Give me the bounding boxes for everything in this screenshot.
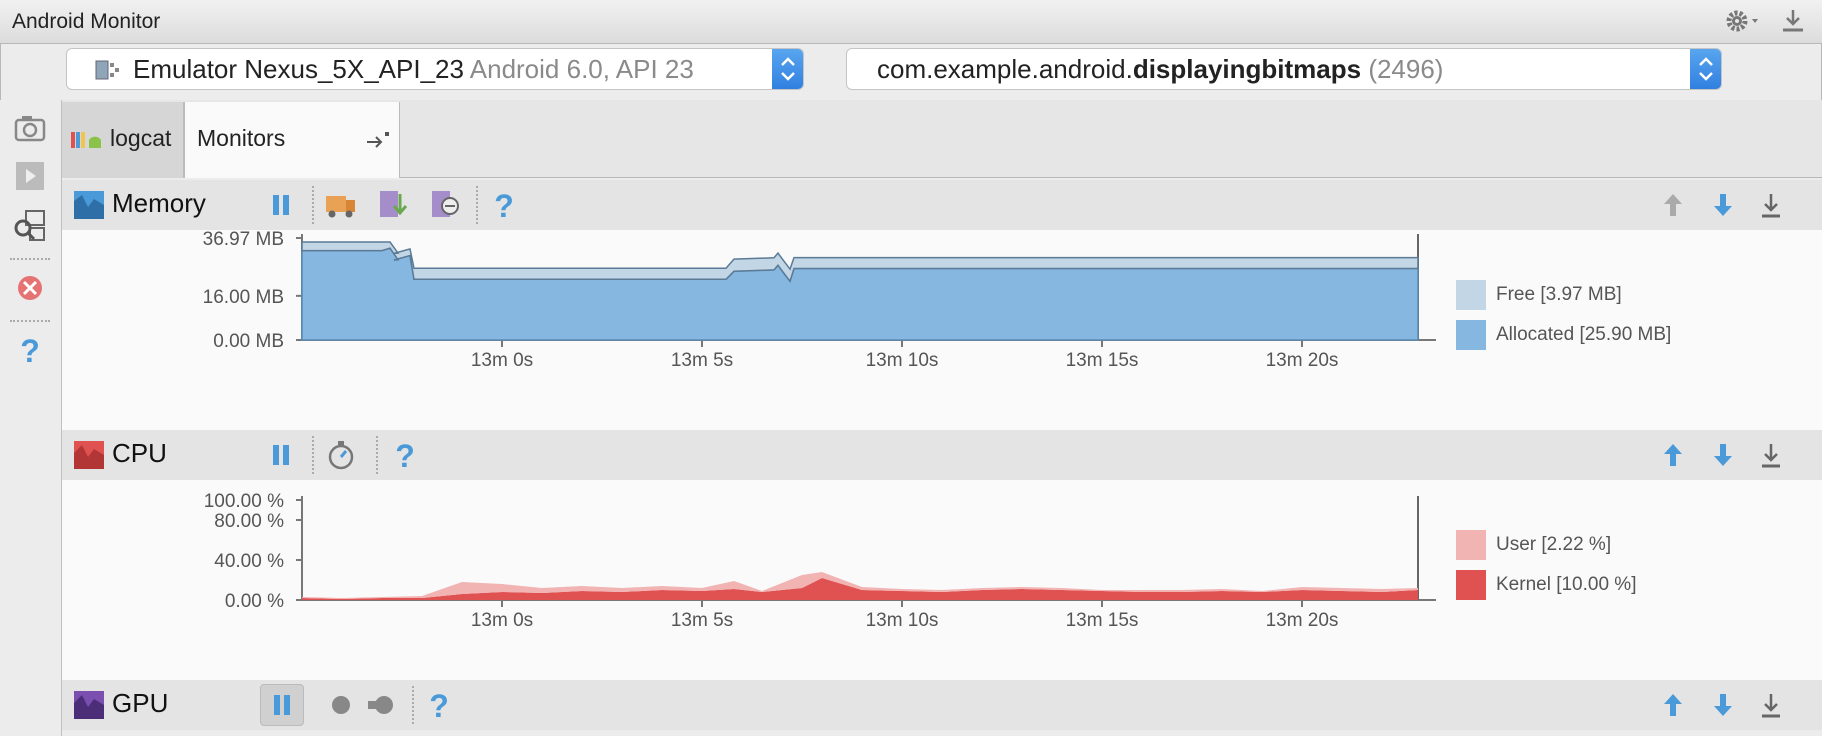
updown-chevron-icon xyxy=(1699,57,1713,81)
window-title: Android Monitor xyxy=(12,10,161,33)
x-tick-label: 13m 0s xyxy=(471,350,533,371)
legend-allocated-swatch xyxy=(1456,320,1486,350)
process-dropdown-arrow[interactable] xyxy=(1690,49,1721,89)
process-package-name: displayingbitmaps xyxy=(1132,54,1362,84)
logcat-icon xyxy=(71,132,101,148)
move-down-arrow-icon[interactable] xyxy=(1706,188,1740,222)
svg-text:?: ? xyxy=(20,333,40,368)
minimize-panel-icon[interactable] xyxy=(1754,188,1788,222)
cpu-header: CPU ? xyxy=(62,430,1822,480)
x-tick-label: 13m 15s xyxy=(1066,350,1139,371)
stop-record-icon[interactable] xyxy=(364,688,398,722)
gpu-label: GPU xyxy=(112,688,169,718)
help-icon[interactable]: ? xyxy=(388,438,422,472)
x-tick-label: 13m 15s xyxy=(1066,610,1139,631)
tab-monitors[interactable]: Monitors xyxy=(184,102,400,178)
dump-java-heap-icon[interactable] xyxy=(376,188,410,222)
legend-user-swatch xyxy=(1456,530,1486,560)
x-tick-label: 13m 0s xyxy=(471,610,533,631)
help-icon[interactable]: ? xyxy=(422,688,456,722)
device-os: Android 6.0, API 23 xyxy=(469,54,694,84)
move-down-arrow-icon[interactable] xyxy=(1706,438,1740,472)
y-tick-label: 100.00 % xyxy=(204,491,284,512)
toolbar-separator xyxy=(376,436,378,474)
cpu-chart-area: 100.00 % 80.00 % 40.00 % 0.00 % 13m 0s 13m 5s… xyxy=(62,480,1822,680)
gpu-chart-icon xyxy=(74,691,104,719)
minimize-panel-icon[interactable] xyxy=(1754,438,1788,472)
cpu-label: CPU xyxy=(112,438,167,468)
process-dropdown[interactable]: com.example.android.displayingbitmaps (2… xyxy=(846,48,1722,90)
move-down-arrow-icon[interactable] xyxy=(1706,688,1740,722)
help-icon[interactable]: ? xyxy=(487,188,521,222)
gpu-header: GPU ? xyxy=(62,680,1822,730)
legend-allocated-label: Allocated [25.90 MB] xyxy=(1496,324,1672,345)
y-tick-label: 40.00 % xyxy=(214,551,284,572)
memory-chart-area: 36.97 MB 16.00 MB 0.00 MB 13m 0s 13m 5s 13m 1… xyxy=(62,229,1822,430)
toolbar-separator xyxy=(10,258,50,260)
screen-record-icon[interactable] xyxy=(12,158,48,194)
terminate-app-icon[interactable] xyxy=(12,270,48,306)
toolbar-separator xyxy=(312,186,314,224)
method-trace-stopwatch-icon[interactable] xyxy=(324,438,358,472)
legend-kernel-swatch xyxy=(1456,570,1486,600)
move-up-arrow-icon[interactable] xyxy=(1656,188,1690,222)
settings-gear-icon[interactable] xyxy=(1722,6,1762,36)
y-tick-label: 0.00 % xyxy=(225,591,284,612)
svg-text:?: ? xyxy=(494,188,514,222)
updown-chevron-icon xyxy=(781,57,795,81)
legend-user-label: User [2.22 %] xyxy=(1496,534,1612,555)
record-icon[interactable] xyxy=(324,688,358,722)
minimize-panel-icon[interactable] xyxy=(1754,688,1788,722)
memory-chart-icon xyxy=(74,191,104,219)
tab-logcat-label: logcat xyxy=(110,125,172,151)
x-tick-label: 13m 5s xyxy=(671,350,733,371)
allocation-tracker-icon[interactable] xyxy=(428,188,462,222)
x-tick-label: 13m 10s xyxy=(866,350,939,371)
memory-label: Memory xyxy=(112,188,206,218)
legend-kernel-label: Kernel [10.00 %] xyxy=(1496,574,1637,595)
move-up-arrow-icon[interactable] xyxy=(1656,688,1690,722)
hide-download-icon[interactable] xyxy=(1778,6,1808,36)
layout-inspector-icon[interactable] xyxy=(12,208,48,244)
legend-free-swatch xyxy=(1456,280,1486,310)
toolbar-separator xyxy=(10,320,50,322)
pin-tab-icon[interactable] xyxy=(365,130,391,150)
move-up-arrow-icon[interactable] xyxy=(1656,438,1690,472)
y-tick-label: 80.00 % xyxy=(214,511,284,532)
x-tick-label: 13m 20s xyxy=(1266,610,1339,631)
device-dropdown-arrow[interactable] xyxy=(772,49,803,89)
tab-logcat[interactable]: logcat xyxy=(62,102,184,178)
selector-row: Emulator Nexus_5X_API_23 Android 6.0, AP… xyxy=(0,44,1822,100)
legend-free-label: Free [3.97 MB] xyxy=(1496,284,1622,305)
toolbar-separator xyxy=(312,436,314,474)
memory-header: Memory ? xyxy=(62,180,1822,230)
process-pid: (2496) xyxy=(1368,54,1444,84)
emulator-icon xyxy=(95,60,119,80)
pause-icon[interactable] xyxy=(264,438,298,472)
y-tick-label: 36.97 MB xyxy=(203,230,284,250)
pause-icon xyxy=(274,695,290,715)
pause-icon[interactable] xyxy=(264,188,298,222)
help-icon[interactable]: ? xyxy=(12,332,48,368)
svg-text:?: ? xyxy=(395,438,415,472)
toolbar-separator xyxy=(412,686,414,724)
tab-monitors-label: Monitors xyxy=(197,125,286,151)
device-dropdown[interactable]: Emulator Nexus_5X_API_23 Android 6.0, AP… xyxy=(66,48,804,90)
svg-text:?: ? xyxy=(429,688,449,722)
title-bar: Android Monitor xyxy=(0,0,1822,44)
process-package-prefix: com.example.android. xyxy=(877,54,1133,84)
x-tick-label: 13m 20s xyxy=(1266,350,1339,371)
y-tick-label: 0.00 MB xyxy=(213,331,284,352)
left-toolbar: ? xyxy=(0,100,62,736)
x-tick-label: 13m 5s xyxy=(671,610,733,631)
tab-strip: logcat Monitors xyxy=(62,100,1822,178)
pause-toggle-pressed[interactable] xyxy=(260,684,304,726)
initiate-gc-truck-icon[interactable] xyxy=(324,188,358,222)
toolbar-separator xyxy=(476,186,478,224)
cpu-chart-icon xyxy=(74,441,104,469)
x-tick-label: 13m 10s xyxy=(866,610,939,631)
y-tick-label: 16.00 MB xyxy=(203,287,284,308)
device-name: Emulator Nexus_5X_API_23 xyxy=(133,54,464,84)
camera-icon[interactable] xyxy=(12,110,48,146)
